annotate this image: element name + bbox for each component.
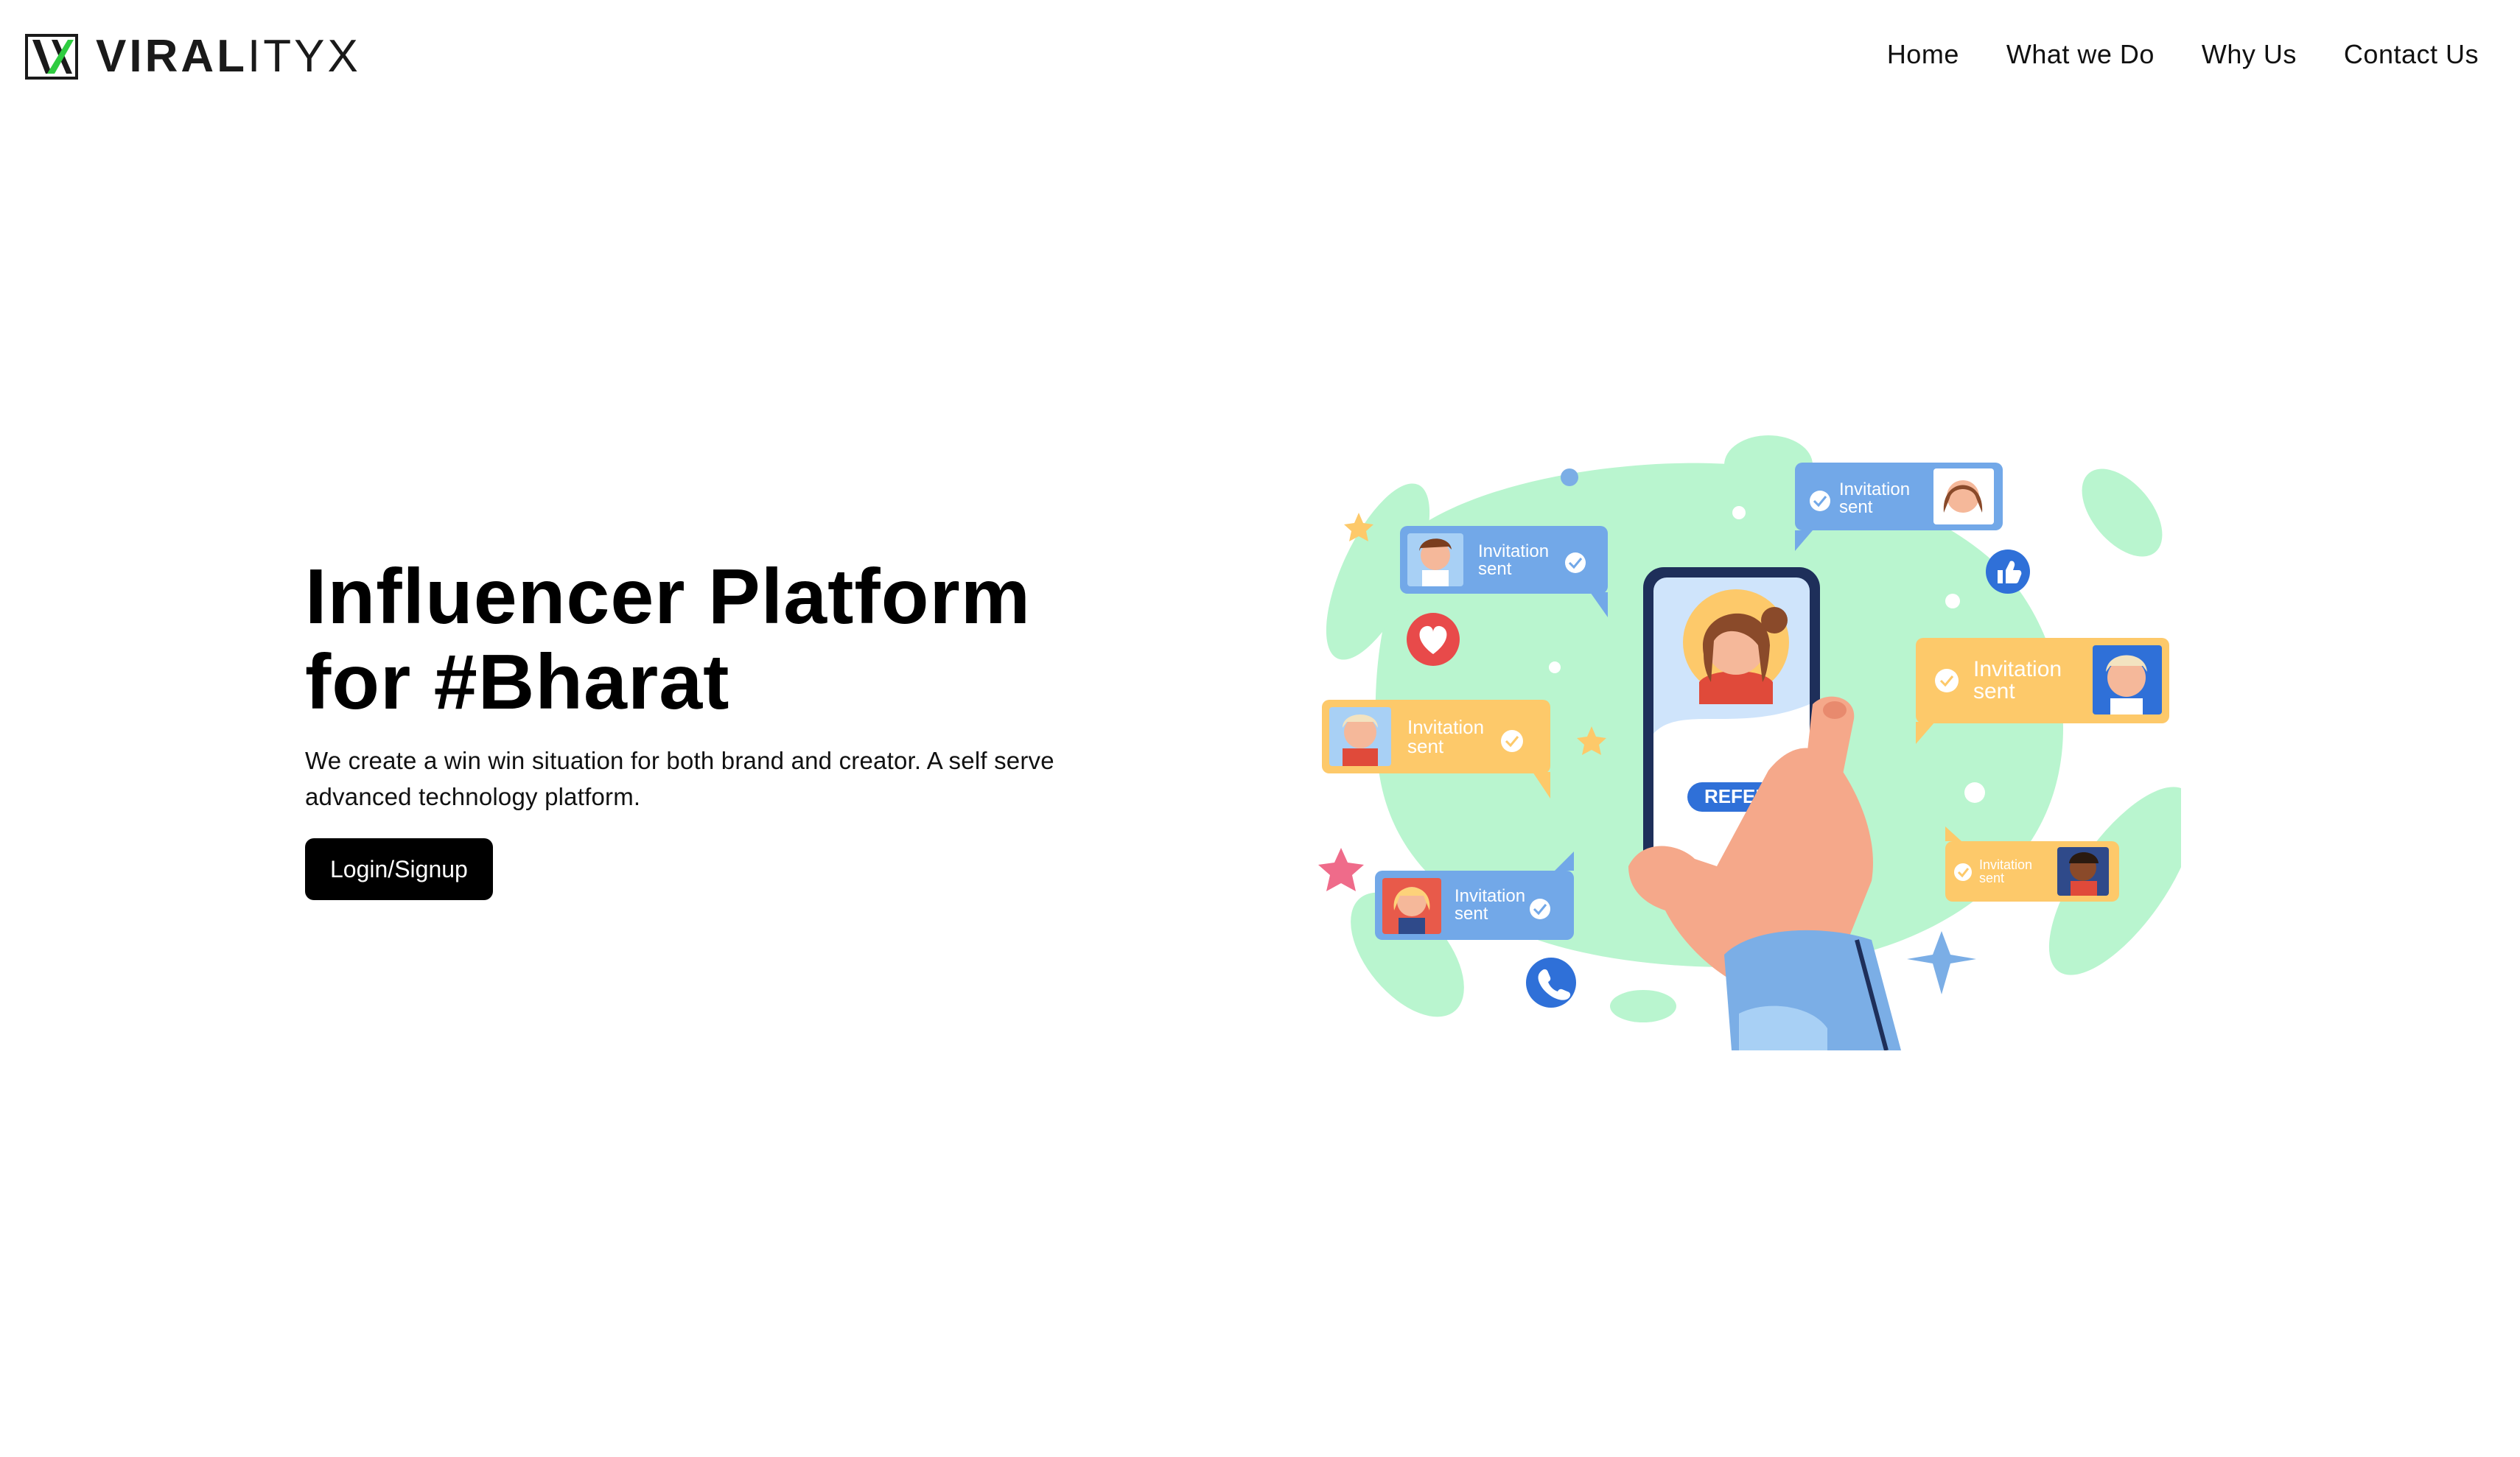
bubble-label-line-2: sent	[1455, 904, 1488, 924]
hero-title-line-2: for #Bharat	[305, 639, 730, 726]
thumbs-up-icon	[1986, 550, 2030, 594]
bubble-label-line-2: sent	[1478, 559, 1512, 579]
brand-name-bold: VIRAL	[96, 31, 248, 82]
phone-call-icon	[1526, 958, 1576, 1008]
hero-illustration: Invitation sent Invitation sent Invitati…	[1297, 424, 2181, 1050]
nav-why-us[interactable]: Why Us	[2202, 39, 2297, 70]
main-nav: Home What we Do Why Us Contact Us	[1887, 34, 2479, 75]
dot-decoration	[1561, 468, 1578, 486]
login-signup-button[interactable]: Login/Signup	[305, 838, 493, 900]
logo-mark-icon	[25, 34, 78, 80]
nav-what-we-do[interactable]: What we Do	[2006, 39, 2155, 70]
dot-decoration	[1964, 782, 1985, 803]
hero-title-line-1: Influencer Platform	[305, 553, 1031, 640]
site-header: VIRALITYX Home What we Do Why Us Contact…	[0, 0, 2520, 118]
brand-logo[interactable]: VIRALITYX	[25, 32, 361, 81]
dot-decoration	[1945, 594, 1960, 608]
bubble-label-line-1: Invitation	[1478, 541, 1549, 561]
landing-page: VIRALITYX Home What we Do Why Us Contact…	[0, 0, 2520, 1457]
bubble-label-line-2: sent	[1973, 679, 2015, 703]
referral-illustration: Invitation sent Invitation sent Invitati…	[1318, 435, 2181, 1050]
bubble-label-line-2: sent	[1407, 735, 1444, 757]
bubble-label-line-1: Invitation	[1973, 657, 2062, 681]
bubble-label-line-1: Invitation	[1839, 480, 1910, 499]
bubble-label-line-2: sent	[1979, 871, 2004, 885]
hero-section: Influencer Platform for #Bharat We creat…	[305, 554, 1086, 900]
hero-subtitle: We create a win win situation for both b…	[305, 747, 1054, 810]
hero-title: Influencer Platform for #Bharat	[305, 554, 1086, 725]
bubble-label-line-1: Invitation	[1979, 857, 2032, 872]
brand-name-light: ITYX	[248, 31, 361, 82]
sparkle-icon	[1907, 931, 1976, 994]
dot-decoration	[1732, 506, 1746, 519]
dot-decoration	[1549, 661, 1561, 673]
nav-home[interactable]: Home	[1887, 39, 1959, 70]
star-icon	[1318, 848, 1364, 891]
brand-wordmark: VIRALITYX	[96, 32, 361, 81]
bubble-label-line-1: Invitation	[1455, 886, 1525, 906]
heart-icon	[1407, 613, 1460, 666]
nav-contact-us[interactable]: Contact Us	[2344, 39, 2479, 70]
bubble-label-line-2: sent	[1839, 497, 1873, 517]
